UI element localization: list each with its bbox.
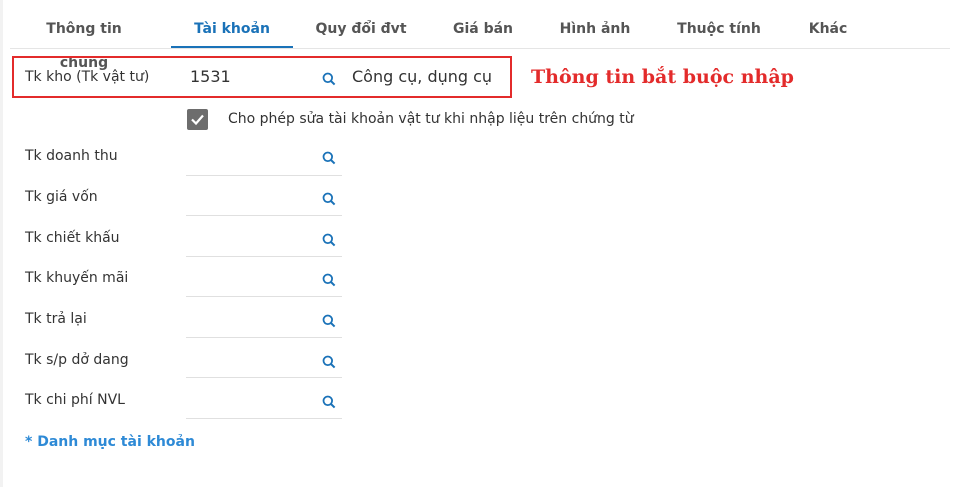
tab-sale-price[interactable]: Giá bán bbox=[445, 12, 521, 47]
returns-account-label: Tk trả lại bbox=[25, 311, 87, 327]
left-edge-border bbox=[0, 0, 3, 487]
material-cost-account-label: Tk chi phí NVL bbox=[25, 392, 125, 408]
check-icon bbox=[191, 114, 204, 126]
stock-account-name: Công cụ, dụng cụ bbox=[352, 67, 493, 86]
search-icon[interactable] bbox=[322, 151, 336, 165]
discount-account-underline bbox=[186, 256, 342, 257]
tab-unit-conversion[interactable]: Quy đổi đvt bbox=[310, 12, 412, 47]
wip-account-label: Tk s/p dở dang bbox=[25, 352, 129, 368]
promotion-account-label: Tk khuyến mãi bbox=[25, 270, 129, 286]
search-icon[interactable] bbox=[322, 355, 336, 369]
cogs-account-underline bbox=[186, 215, 342, 216]
allow-edit-label: Cho phép sửa tài khoản vật tư khi nhập l… bbox=[228, 111, 634, 127]
stock-account-input[interactable]: 1531 bbox=[190, 67, 231, 86]
search-icon[interactable] bbox=[322, 273, 336, 287]
wip-account-underline bbox=[186, 377, 342, 378]
discount-account-label: Tk chiết khấu bbox=[25, 230, 120, 246]
tab-other[interactable]: Khác bbox=[803, 12, 853, 47]
material-cost-account-underline bbox=[186, 418, 342, 419]
account-list-link[interactable]: * Danh mục tài khoản bbox=[25, 434, 195, 450]
revenue-account-label: Tk doanh thu bbox=[25, 148, 118, 164]
search-icon[interactable] bbox=[322, 192, 336, 206]
required-annotation: Thông tin bắt buộc nhập bbox=[531, 66, 794, 88]
tab-attributes[interactable]: Thuộc tính bbox=[673, 12, 765, 47]
revenue-account-underline bbox=[186, 175, 342, 176]
search-icon[interactable] bbox=[322, 72, 336, 86]
tab-general-info[interactable]: Thông tin chung bbox=[20, 12, 148, 71]
tab-images[interactable]: Hình ảnh bbox=[554, 12, 636, 47]
search-icon[interactable] bbox=[322, 395, 336, 409]
search-icon[interactable] bbox=[322, 233, 336, 247]
allow-edit-checkbox[interactable] bbox=[187, 109, 208, 130]
cogs-account-label: Tk giá vốn bbox=[25, 189, 98, 205]
promotion-account-underline bbox=[186, 296, 342, 297]
stock-account-label: Tk kho (Tk vật tư) bbox=[25, 69, 150, 85]
tab-accounts[interactable]: Tài khoản bbox=[171, 12, 293, 48]
search-icon[interactable] bbox=[322, 314, 336, 328]
tab-bar: Thông tin chung Tài khoản Quy đổi đvt Gi… bbox=[10, 12, 950, 71]
returns-account-underline bbox=[186, 337, 342, 338]
